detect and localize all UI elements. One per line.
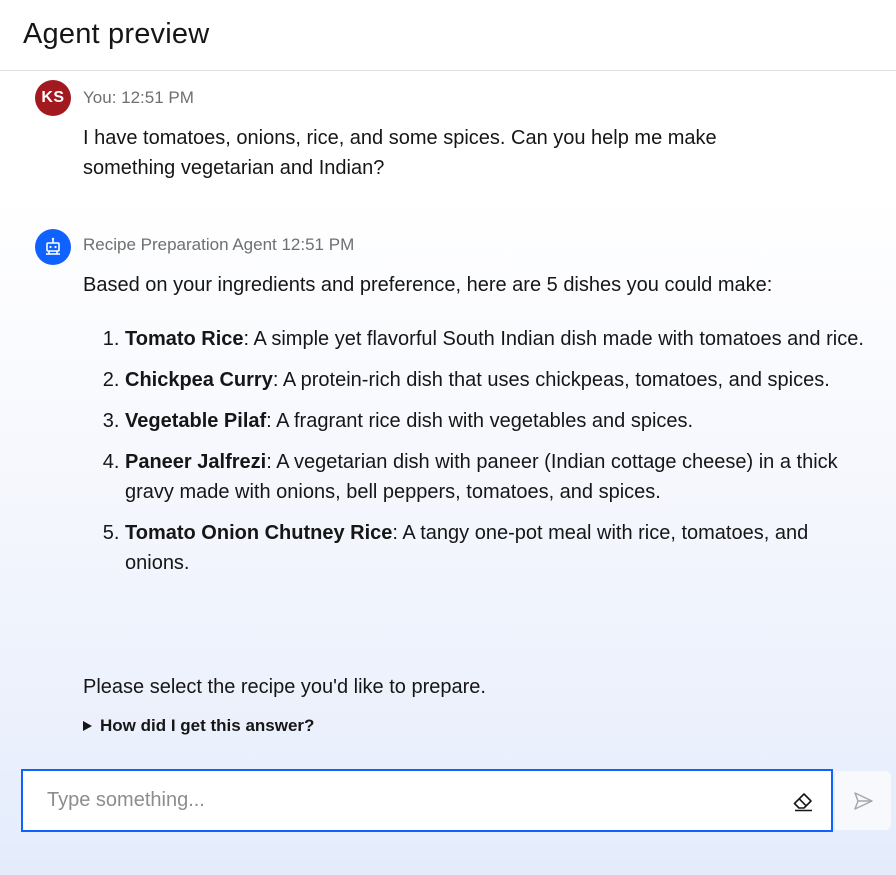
recipe-item: Vegetable Pilaf: A fragrant rice dish wi… bbox=[125, 406, 865, 436]
recipe-name: Tomato Onion Chutney Rice bbox=[125, 522, 393, 544]
eraser-icon bbox=[793, 793, 812, 812]
robot-icon bbox=[46, 237, 60, 255]
message-input[interactable] bbox=[23, 771, 763, 830]
message-composer bbox=[21, 769, 833, 832]
recipe-name: Paneer Jalfrezi bbox=[125, 451, 267, 473]
recipe-desc: : A fragrant rice dish with vegetables a… bbox=[266, 410, 694, 432]
user-message-text: I have tomatoes, onions, rice, and some … bbox=[83, 123, 823, 183]
agent-message-closing: Please select the recipe you'd like to p… bbox=[83, 676, 486, 698]
recipe-item: Tomato Onion Chutney Rice: A tangy one-p… bbox=[125, 518, 865, 578]
caret-right-icon bbox=[83, 721, 92, 731]
send-icon bbox=[854, 791, 873, 810]
recipe-desc: : A protein-rich dish that uses chickpea… bbox=[272, 369, 830, 391]
page-title: Agent preview bbox=[23, 18, 210, 50]
agent-message-meta: Recipe Preparation Agent 12:51 PM bbox=[83, 235, 355, 254]
user-message-meta: You: 12:51 PM bbox=[83, 88, 194, 107]
recipe-item: Paneer Jalfrezi: A vegetarian dish with … bbox=[125, 447, 865, 507]
agent-message-intro: Based on your ingredients and preference… bbox=[83, 274, 773, 296]
user-avatar-initials: KS bbox=[41, 89, 65, 106]
clear-input-button[interactable] bbox=[791, 789, 815, 813]
explain-answer-toggle[interactable]: How did I get this answer? bbox=[83, 716, 314, 736]
recipe-item: Chickpea Curry: A protein-rich dish that… bbox=[125, 365, 865, 395]
recipe-name: Chickpea Curry bbox=[125, 369, 273, 391]
recipe-desc: : A simple yet flavorful South Indian di… bbox=[243, 328, 864, 350]
explain-answer-label: How did I get this answer? bbox=[100, 716, 315, 735]
recipe-item: Tomato Rice: A simple yet flavorful Sout… bbox=[125, 324, 865, 354]
user-message-line: I have tomatoes, onions, rice, and some … bbox=[83, 127, 717, 149]
user-message-line: something vegetarian and Indian? bbox=[83, 157, 385, 179]
recipe-list: Tomato Rice: A simple yet flavorful Sout… bbox=[83, 324, 865, 589]
send-button[interactable] bbox=[835, 771, 891, 830]
recipe-name: Tomato Rice bbox=[125, 328, 244, 350]
agent-avatar bbox=[35, 229, 71, 265]
preview-header: Agent preview bbox=[0, 0, 896, 71]
recipe-name: Vegetable Pilaf bbox=[125, 410, 267, 432]
user-avatar: KS bbox=[35, 80, 71, 116]
